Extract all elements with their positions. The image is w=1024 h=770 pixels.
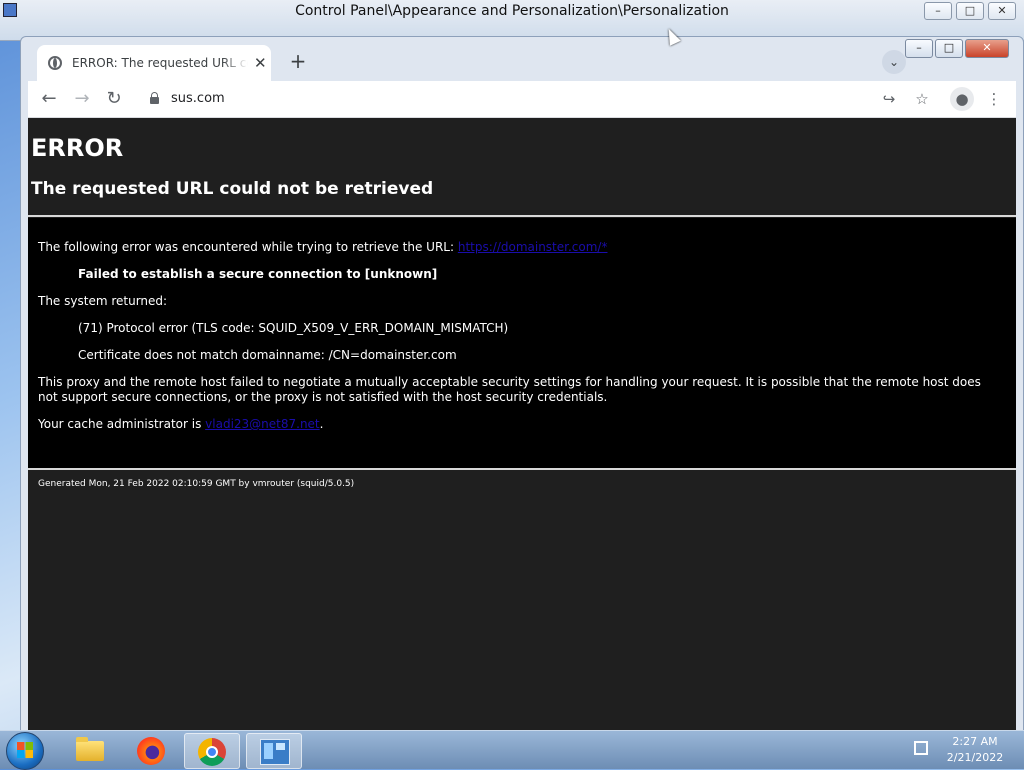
chrome-icon xyxy=(198,738,226,766)
system-returned-label: The system returned: xyxy=(38,294,168,308)
tab-strip: ERROR: The requested URL could not be re… xyxy=(21,37,1023,81)
control-panel-window-controls: – □ ✕ xyxy=(924,2,1016,20)
tab-search-button[interactable]: ⌄ xyxy=(882,50,906,74)
error-intro-text: The following error was encountered whil… xyxy=(38,240,458,254)
page-viewport: ERROR The requested URL could not be ret… xyxy=(28,118,1016,735)
menu-kebab-icon[interactable]: ⋮ xyxy=(982,87,1006,111)
tab-title: ERROR: The requested URL could not be re… xyxy=(72,56,248,70)
taskbar-control-panel[interactable] xyxy=(246,733,302,769)
error-message-box: The following error was encountered whil… xyxy=(28,218,1016,468)
share-button[interactable]: ↪ xyxy=(877,87,901,111)
lock-icon[interactable] xyxy=(150,91,159,104)
taskbar-google-chrome[interactable] xyxy=(184,733,240,769)
error-title: Failed to establish a secure connection … xyxy=(78,267,438,281)
new-tab-button[interactable]: + xyxy=(287,51,309,73)
folder-icon xyxy=(76,737,104,761)
page-title: ERROR xyxy=(31,134,124,162)
taskbar: 2:27 AM 2/21/2022 xyxy=(0,730,1024,770)
globe-icon xyxy=(48,56,62,70)
protocol-error: (71) Protocol error (TLS code: SQUID_X50… xyxy=(78,321,509,335)
control-panel-icon xyxy=(260,739,290,765)
page-footer: Generated Mon, 21 Feb 2022 02:10:59 GMT … xyxy=(38,479,355,489)
taskbar-firefox[interactable] xyxy=(124,733,178,767)
control-panel-title: Control Panel\Appearance and Personaliza… xyxy=(295,3,729,19)
page-subtitle: The requested URL could not be retrieved xyxy=(31,179,434,199)
error-intro: The following error was encountered whil… xyxy=(38,240,607,254)
error-url-link[interactable]: https://domainster.com/* xyxy=(458,240,608,254)
maximize-button[interactable]: □ xyxy=(956,2,984,20)
system-clock[interactable]: 2:27 AM 2/21/2022 xyxy=(938,734,1012,766)
firefox-icon xyxy=(137,737,165,765)
close-button[interactable]: ✕ xyxy=(988,2,1016,20)
address-bar-url[interactable]: sus.com xyxy=(171,91,225,106)
admin-prefix: Your cache administrator is xyxy=(38,417,206,431)
forward-button[interactable]: → xyxy=(70,87,94,111)
start-button[interactable] xyxy=(6,732,44,770)
browser-toolbar: ← → ↻ sus.com ↪ ☆ ● ⋮ xyxy=(28,81,1016,118)
browser-window: ERROR: The requested URL could not be re… xyxy=(20,36,1024,736)
browser-close-button[interactable]: ✕ xyxy=(965,39,1009,58)
profile-avatar[interactable]: ● xyxy=(950,87,974,111)
clock-time: 2:27 AM xyxy=(952,735,998,748)
tab-error[interactable]: ERROR: The requested URL could not be re… xyxy=(37,45,271,81)
taskbar-windows-explorer[interactable] xyxy=(62,733,116,767)
browser-window-controls: – □ ✕ xyxy=(905,39,1009,58)
tab-close-icon[interactable]: ✕ xyxy=(254,54,267,72)
reload-button[interactable]: ↻ xyxy=(102,87,126,111)
network-icon[interactable] xyxy=(914,741,928,755)
control-panel-window: Control Panel\Appearance and Personaliza… xyxy=(0,0,1024,41)
address-bar[interactable]: sus.com xyxy=(140,84,868,112)
back-button[interactable]: ← xyxy=(37,87,61,111)
browser-maximize-button[interactable]: □ xyxy=(935,39,963,58)
divider xyxy=(28,215,1016,217)
error-description: This proxy and the remote host failed to… xyxy=(38,375,981,404)
admin-email-link[interactable]: vladi23@net87.net xyxy=(205,417,319,431)
admin-line: Your cache administrator is vladi23@net8… xyxy=(38,417,323,431)
certificate-mismatch: Certificate does not match domainname: /… xyxy=(78,348,457,362)
admin-suffix: . xyxy=(319,417,324,431)
divider xyxy=(28,468,1016,470)
browser-minimize-button[interactable]: – xyxy=(905,39,933,58)
clock-date: 2/21/2022 xyxy=(946,751,1004,764)
bookmark-star-icon[interactable]: ☆ xyxy=(910,87,934,111)
minimize-button[interactable]: – xyxy=(924,2,952,20)
